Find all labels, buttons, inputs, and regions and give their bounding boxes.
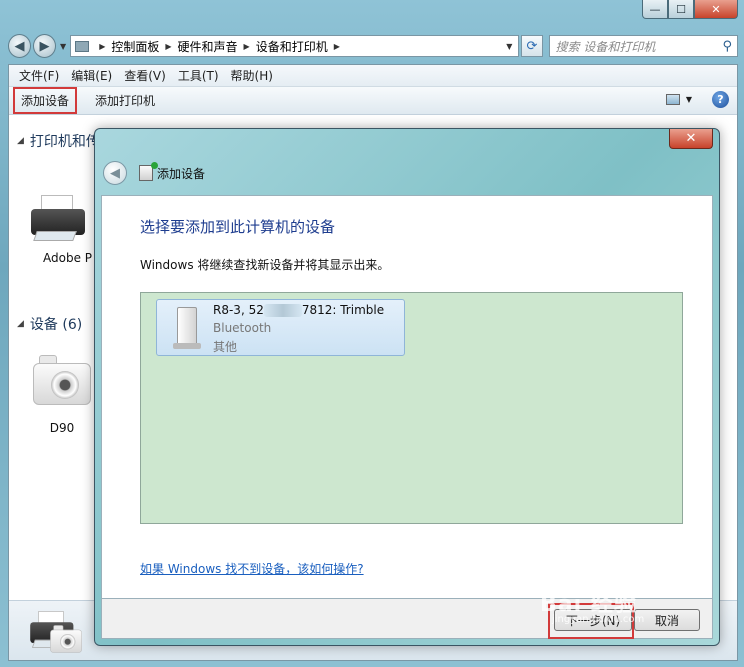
menu-file[interactable]: 文件(F) — [13, 67, 65, 84]
navigation-bar: ◀ ▶ ▼ ▶ 控制面板 ▶ 硬件和声音 ▶ 设备和打印机 ▶ ▼ ⟳ 搜索 设… — [8, 32, 738, 60]
dialog-content: 选择要添加到此计算机的设备 Windows 将继续查找新设备并将其显示出来。 R… — [101, 195, 713, 599]
device-type: Bluetooth — [213, 321, 272, 335]
redacted-blur — [263, 304, 302, 317]
view-dropdown-icon[interactable]: ▼ — [686, 95, 692, 104]
command-bar: 添加设备 添加打印机 ▼ ? — [9, 87, 737, 115]
add-device-dialog: ✕ ◀ 添加设备 选择要添加到此计算机的设备 Windows 将继续查找新设备并… — [94, 128, 720, 646]
dialog-close-button[interactable]: ✕ — [669, 129, 713, 149]
dialog-header: ◀ 添加设备 — [103, 161, 205, 185]
back-arrow-icon: ◀ — [14, 38, 25, 54]
add-device-button[interactable]: 添加设备 — [13, 87, 78, 114]
device-name: R8-3, 52 7812: Trimble — [213, 303, 384, 317]
chevron-right-icon[interactable]: ▶ — [99, 42, 105, 51]
control-panel-icon — [75, 40, 90, 52]
address-dropdown-icon[interactable]: ▼ — [500, 42, 518, 51]
minimize-button[interactable]: — — [642, 0, 668, 19]
recent-pages-dropdown[interactable]: ▼ — [60, 42, 66, 51]
maximize-button[interactable]: ☐ — [668, 0, 694, 19]
device-name-suffix: 7812: Trimble — [301, 303, 385, 317]
close-button[interactable]: ✕ — [694, 0, 738, 19]
device-name-prefix: R8-3, 52 — [213, 303, 264, 317]
help-link[interactable]: 如果 Windows 找不到设备，该如何操作? — [140, 560, 364, 577]
dialog-subtitle: Windows 将继续查找新设备并将其显示出来。 — [140, 258, 390, 272]
device-list-item[interactable]: R8-3, 52 7812: Trimble Bluetooth 其他 — [156, 299, 405, 356]
refresh-button[interactable]: ⟳ — [521, 35, 543, 57]
breadcrumb-hardware-sound[interactable]: 硬件和声音 — [178, 38, 238, 55]
printer-icon — [27, 195, 87, 243]
device-category: 其他 — [213, 340, 238, 354]
devices-group-label: 设备 (6) — [29, 317, 83, 333]
printer-item-label: Adobe P — [43, 251, 93, 265]
search-placeholder: 搜索 设备和打印机 — [555, 39, 656, 54]
menu-view[interactable]: 查看(V) — [118, 67, 172, 84]
printers-group-label: 打印机和传 — [29, 134, 100, 150]
collapse-triangle-icon[interactable]: ◢ — [17, 319, 24, 329]
dialog-back-button[interactable]: ◀ — [103, 161, 127, 185]
camera-item[interactable]: D90 — [31, 351, 93, 435]
camera-item-label: D90 — [49, 421, 75, 435]
generic-device-icon — [171, 307, 201, 351]
back-button[interactable]: ◀ — [8, 34, 32, 58]
chevron-right-icon[interactable]: ▶ — [334, 42, 340, 51]
add-printer-button[interactable]: 添加打印机 — [89, 89, 161, 112]
menu-help[interactable]: 帮助(H) — [225, 67, 279, 84]
change-view-icon[interactable] — [665, 94, 680, 105]
chevron-right-icon[interactable]: ▶ — [165, 42, 171, 51]
address-bar[interactable]: ▶ 控制面板 ▶ 硬件和声音 ▶ 设备和打印机 ▶ ▼ — [70, 35, 520, 57]
help-icon[interactable]: ? — [712, 91, 729, 108]
search-input[interactable]: 搜索 设备和打印机 ⚲ — [548, 35, 738, 57]
add-device-icon — [139, 162, 158, 181]
camera-icon — [31, 351, 93, 407]
menu-tools[interactable]: 工具(T) — [172, 67, 225, 84]
devices-group-header[interactable]: ◢ 设备 (6) — [17, 314, 82, 334]
device-list[interactable]: R8-3, 52 7812: Trimble Bluetooth 其他 — [140, 292, 683, 524]
back-arrow-icon: ◀ — [110, 165, 120, 181]
breadcrumb-devices-printers[interactable]: 设备和打印机 — [256, 38, 328, 55]
forward-button[interactable]: ▶ — [33, 34, 57, 58]
forward-arrow-icon: ▶ — [39, 38, 50, 54]
menu-edit[interactable]: 编辑(E) — [65, 67, 118, 84]
watermark-url: jingyan.baidu.com — [552, 614, 645, 625]
menu-bar: 文件(F) 编辑(E) 查看(V) 工具(T) 帮助(H) — [9, 65, 737, 87]
printer-item[interactable]: Adobe P — [27, 195, 92, 265]
dialog-title: 添加设备 — [157, 166, 206, 181]
breadcrumb-control-panel[interactable]: 控制面板 — [111, 38, 159, 55]
collapse-triangle-icon[interactable]: ◢ — [17, 136, 24, 146]
dialog-heading: 选择要添加到此计算机的设备 — [140, 218, 336, 236]
window-titlebar[interactable]: — ☐ ✕ — [0, 0, 744, 30]
command-bar-right: ▼ ? — [665, 91, 729, 108]
caption-buttons: — ☐ ✕ — [642, 0, 738, 19]
refresh-icon: ⟳ — [526, 38, 538, 54]
search-icon[interactable]: ⚲ — [722, 39, 732, 54]
printers-group-header[interactable]: ◢ 打印机和传 — [17, 131, 100, 151]
chevron-right-icon[interactable]: ▶ — [244, 42, 250, 51]
